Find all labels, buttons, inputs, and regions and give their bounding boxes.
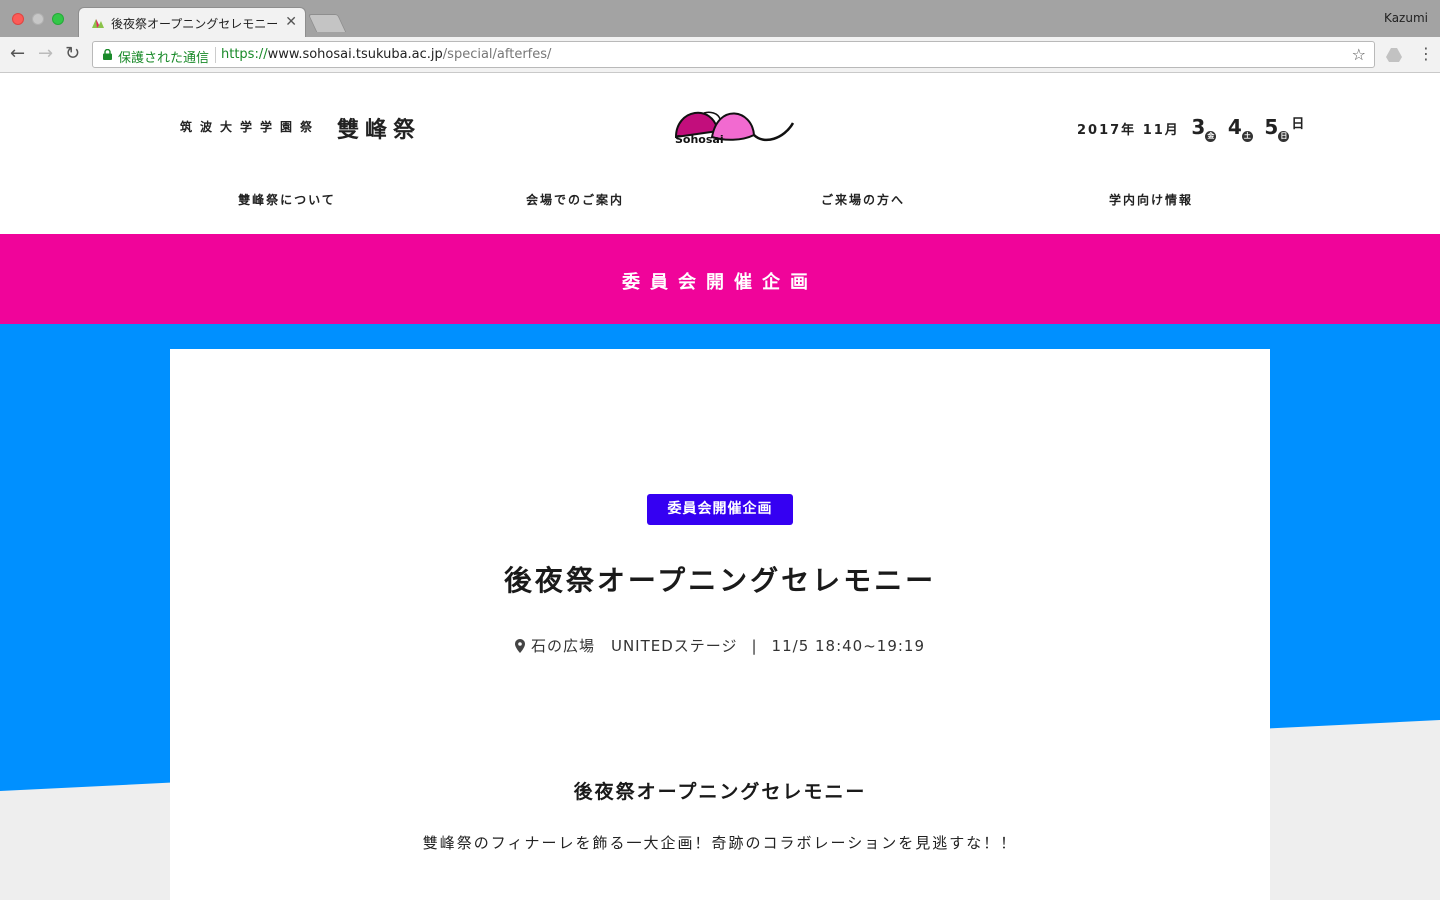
browser-tab-active[interactable]: 後夜祭オープニングセレモニー ✕ xyxy=(78,7,306,37)
url-text[interactable]: https://www.sohosai.tsukuba.ac.jp/specia… xyxy=(221,47,551,62)
site-header: 筑波大学学園祭 雙峰祭 Sohosai 2017年 11月 3金 4土 5 日日 … xyxy=(0,73,1440,234)
meta-separator: | xyxy=(751,637,758,655)
url-host: www.sohosai.tsukuba.ac.jp xyxy=(267,47,443,62)
nav-item-campus-info[interactable]: 学内向け情報 xyxy=(1109,191,1193,208)
site-favicon-icon xyxy=(92,19,104,28)
new-tab-button[interactable] xyxy=(307,14,347,32)
bookmark-star-icon[interactable]: ☆ xyxy=(1352,45,1366,64)
date-day-3: 5 xyxy=(1264,115,1279,139)
brand-title[interactable]: 雙峰祭 xyxy=(337,112,421,144)
back-icon[interactable]: ← xyxy=(10,44,25,64)
date-suffix: 日 xyxy=(1291,117,1305,132)
window-close-button[interactable] xyxy=(12,13,24,25)
address-separator xyxy=(215,47,216,63)
reload-icon[interactable]: ↻ xyxy=(65,44,80,64)
window-maximize-button[interactable] xyxy=(52,13,64,25)
date-dow-1: 金 xyxy=(1205,131,1217,142)
address-bar[interactable]: 保護された通信 https://www.sohosai.tsukuba.ac.j… xyxy=(92,41,1375,68)
festival-date: 2017年 11月 3金 4土 5 日日 xyxy=(1077,113,1304,142)
main-nav: 雙峰祭について 会場でのご案内 ご来場の方へ 学内向け情報 xyxy=(0,191,1440,211)
section-heading: 後夜祭オープニングセレモニー xyxy=(573,781,867,803)
location-pin-icon xyxy=(514,639,525,653)
date-day-2: 4 xyxy=(1227,115,1242,139)
event-meta: 石の広場 UNITEDステージ | 11/5 18:40~19:19 xyxy=(170,635,1270,656)
nav-item-about[interactable]: 雙峰祭について xyxy=(238,191,336,208)
date-year-month: 2017年 11月 xyxy=(1077,123,1180,138)
category-badge[interactable]: 委員会開催企画 xyxy=(647,494,793,525)
drive-extension-icon[interactable] xyxy=(1386,48,1402,62)
forward-icon[interactable]: → xyxy=(38,44,53,64)
lock-icon xyxy=(103,49,112,60)
window-minimize-button[interactable] xyxy=(32,13,44,25)
tab-close-icon[interactable]: ✕ xyxy=(285,14,297,30)
category-banner: 委員会開催企画 xyxy=(0,234,1440,324)
event-title: 後夜祭オープニングセレモニー xyxy=(503,564,937,597)
nav-item-venue-guide[interactable]: 会場でのご案内 xyxy=(526,191,624,208)
banner-title: 委員会開催企画 xyxy=(622,272,818,293)
date-dow-3: 日 xyxy=(1278,131,1290,142)
event-location: 石の広場 UNITEDステージ xyxy=(530,637,738,655)
tab-title: 後夜祭オープニングセレモニー xyxy=(111,17,279,31)
url-path: /special/afterfes/ xyxy=(442,47,552,62)
logo-wordmark: Sohosai xyxy=(675,133,724,145)
nav-item-visitors[interactable]: ご来場の方へ xyxy=(821,191,905,208)
event-time: 11/5 18:40~19:19 xyxy=(771,637,926,655)
browser-toolbar: ← → ↻ 保護された通信 https://www.sohosai.tsukub… xyxy=(0,37,1440,73)
browser-tab-bar: 後夜祭オープニングセレモニー ✕ Kazumi xyxy=(0,0,1440,37)
url-scheme: https:// xyxy=(221,47,268,62)
sohosai-logo[interactable]: Sohosai xyxy=(672,101,796,145)
brand-subtitle[interactable]: 筑波大学学園祭 xyxy=(180,118,320,135)
event-description: 雙峰祭のフィナーレを飾る一大企画！奇跡のコラボレーションを見逃すな！！ xyxy=(422,834,1018,852)
profile-name[interactable]: Kazumi xyxy=(1384,11,1428,25)
date-day-1: 3 xyxy=(1191,115,1206,139)
secure-connection-label[interactable]: 保護された通信 xyxy=(118,47,209,66)
date-dow-2: 土 xyxy=(1241,131,1253,142)
browser-menu-icon[interactable]: ⋮ xyxy=(1418,44,1434,64)
event-card: 委員会開催企画 後夜祭オープニングセレモニー 石の広場 UNITEDステージ | 1… xyxy=(170,349,1270,900)
